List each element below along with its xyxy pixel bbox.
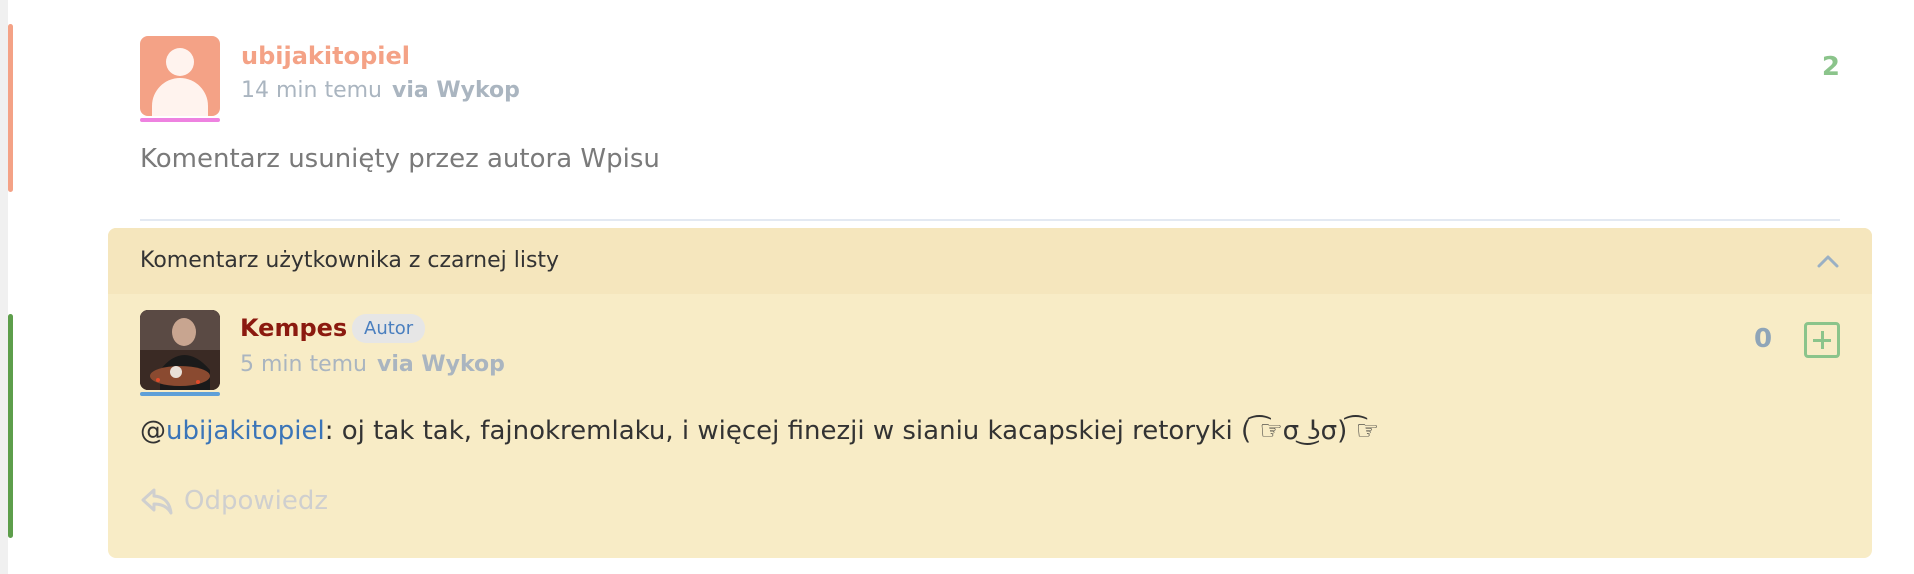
blacklist-header-label: Komentarz użytkownika z czarnej listy <box>140 248 560 273</box>
reply-button[interactable]: Odpowiedz <box>140 486 328 516</box>
comment-text: : oj tak tak, fajnokremlaku, i więcej fi… <box>324 416 1379 446</box>
avatar-photo <box>140 310 220 390</box>
vote-count[interactable]: 0 <box>1754 324 1772 354</box>
comment-body: @ubijakitopiel: oj tak tak, fajnokremlak… <box>140 416 1379 446</box>
avatar-gender-bar <box>140 392 220 396</box>
username[interactable]: ubijakitopiel <box>241 42 410 70</box>
timestamp[interactable]: 14 min temu <box>241 78 382 103</box>
left-strip <box>0 0 8 574</box>
mention-link[interactable]: ubijakitopiel <box>166 416 325 446</box>
vote-count[interactable]: 2 <box>1822 52 1840 82</box>
chevron-up-icon[interactable] <box>1816 250 1840 274</box>
username[interactable]: Kempes <box>240 314 347 342</box>
comment-meta: 14 min temu via Wykop <box>241 78 520 103</box>
via-source[interactable]: via Wykop <box>377 352 505 377</box>
divider <box>140 219 1840 221</box>
reply-label: Odpowiedz <box>184 486 329 516</box>
comment-meta: 5 min temu via Wykop <box>240 352 505 377</box>
thread-indicator-orange <box>8 24 13 192</box>
avatar-body-shape <box>152 78 208 116</box>
reply-icon <box>141 488 173 515</box>
avatar-head-shape <box>166 48 194 76</box>
author-badge: Autor <box>352 314 426 343</box>
avatar[interactable] <box>140 310 220 390</box>
via-source[interactable]: via Wykop <box>392 78 520 103</box>
avatar[interactable] <box>140 36 220 116</box>
timestamp[interactable]: 5 min temu <box>240 352 367 377</box>
mention-prefix: @ <box>140 416 166 446</box>
blacklist-header[interactable]: Komentarz użytkownika z czarnej listy <box>108 228 1872 294</box>
blacklisted-comment: Komentarz użytkownika z czarnej listy Ke… <box>108 228 1872 558</box>
comment-item: ubijakitopiel 14 min temu via Wykop 2 Kom… <box>140 36 1840 220</box>
avatar-gender-bar <box>140 118 220 122</box>
plus-vote-button[interactable] <box>1804 322 1840 358</box>
thread-indicator-green <box>8 314 13 538</box>
comment-body: Komentarz usunięty przez autora Wpisu <box>140 144 660 174</box>
